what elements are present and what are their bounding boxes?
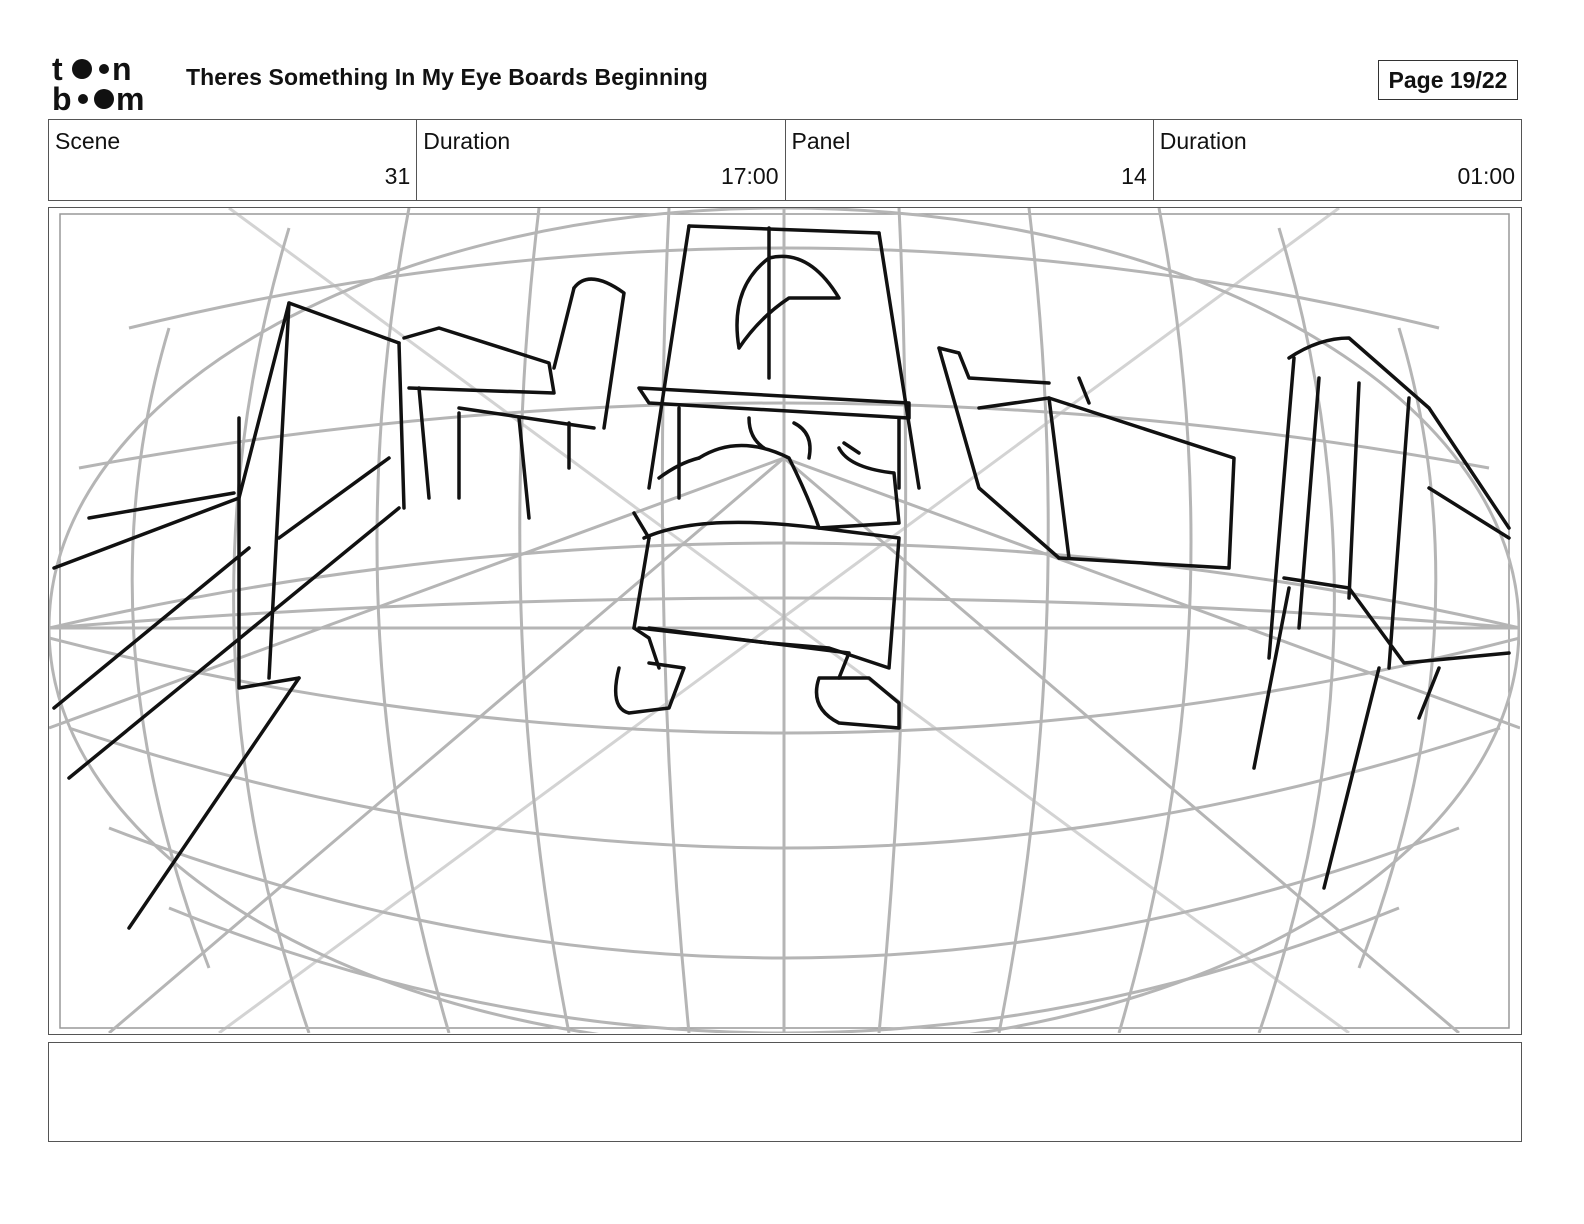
panel-duration-label: Duration (1159, 128, 1247, 154)
storyboard-panel (48, 207, 1522, 1035)
panel-duration-value: 01:00 (1457, 163, 1515, 189)
panel-sketch-image (49, 208, 1520, 1033)
svg-text:b: b (52, 81, 72, 114)
scene-duration-value: 17:00 (720, 163, 779, 189)
svg-text:m: m (116, 81, 144, 114)
scene-duration-cell: Duration 17:00 (417, 120, 786, 200)
panel-label: Panel (791, 128, 851, 154)
panel-cell: Panel 14 (786, 120, 1154, 200)
scene-duration-label: Duration (423, 128, 511, 154)
scene-info-row: Scene 31 Duration 17:00 Panel 14 Duratio… (48, 119, 1522, 201)
panel-value: 14 (1121, 163, 1147, 189)
scene-label: Scene (55, 128, 121, 154)
toonboom-logo: t n b m (52, 52, 144, 114)
page-indicator: Page 19/22 (1378, 60, 1518, 100)
character-sketch (613, 416, 901, 730)
panel-notes-box (48, 1042, 1522, 1142)
document-title: Theres Something In My Eye Boards Beginn… (186, 64, 708, 90)
panel-duration-cell: Duration 01:00 (1154, 120, 1521, 200)
scene-value: 31 (384, 163, 411, 189)
room-sketch (52, 224, 1511, 930)
scene-cell: Scene 31 (49, 120, 418, 200)
